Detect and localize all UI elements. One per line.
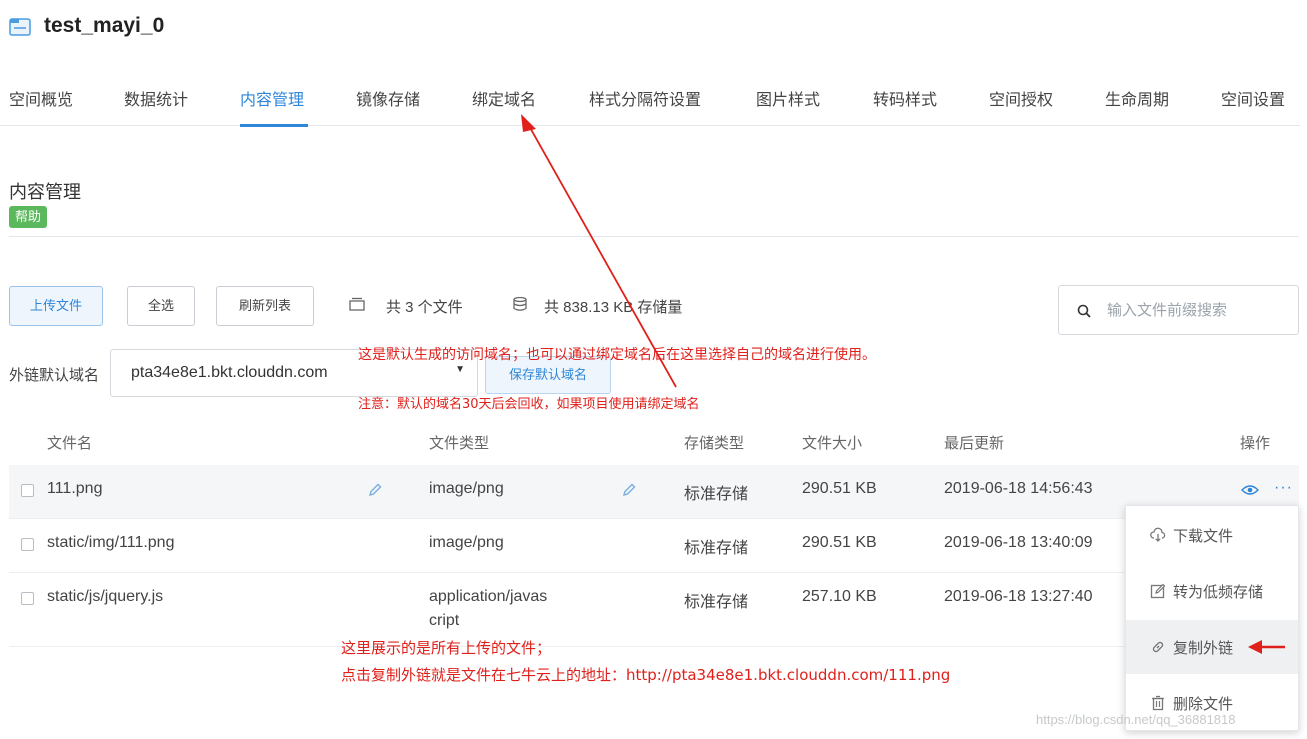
help-badge[interactable]: 帮助 bbox=[9, 206, 48, 228]
refresh-list-button[interactable]: 刷新列表 bbox=[216, 286, 314, 326]
tab-statistics[interactable]: 数据统计 bbox=[124, 86, 188, 126]
edit-type-icon[interactable] bbox=[621, 482, 637, 498]
header-storage-class: 存储类型 bbox=[684, 435, 745, 452]
section-divider bbox=[9, 236, 1299, 237]
cloud-download-icon bbox=[1150, 527, 1166, 542]
header-file-name: 文件名 bbox=[47, 435, 93, 452]
storage-class: 标准存储 bbox=[684, 594, 749, 611]
menu-item-label: 删除文件 bbox=[1173, 696, 1234, 713]
caret-down-icon: ▼ bbox=[455, 364, 465, 375]
storage-class: 标准存储 bbox=[684, 540, 749, 557]
menu-item-copy-link[interactable]: 复制外链 bbox=[1126, 620, 1298, 674]
upload-button[interactable]: 上传文件 bbox=[9, 286, 103, 326]
row-checkbox[interactable] bbox=[21, 484, 34, 497]
search-input[interactable] bbox=[1107, 299, 1287, 321]
row-checkbox[interactable] bbox=[21, 592, 34, 605]
eye-icon[interactable] bbox=[1241, 484, 1259, 496]
edit-icon bbox=[1150, 583, 1166, 599]
storage-icon bbox=[513, 297, 527, 311]
tab-overview[interactable]: 空间概览 bbox=[9, 86, 73, 126]
annotation-files-note: 这里展示的是所有上传的文件； bbox=[341, 639, 552, 657]
annotation-link-note: 点击复制外链就是文件在七牛云上的地址：http://pta34e8e1.bkt.… bbox=[341, 666, 951, 684]
annotation-domain-warning: 注意：默认的域名30天后会回收，如果项目使用请绑定域名 bbox=[358, 397, 700, 412]
file-count: 共 3 个文件 bbox=[386, 299, 463, 316]
last-updated: 2019-06-18 14:56:43 bbox=[944, 480, 1093, 497]
edit-name-icon[interactable] bbox=[367, 482, 383, 498]
tab-image-style[interactable]: 图片样式 bbox=[756, 86, 820, 126]
last-updated: 2019-06-18 13:27:40 bbox=[944, 588, 1093, 605]
more-options-icon[interactable]: ··· bbox=[1274, 479, 1293, 497]
select-all-button[interactable]: 全选 bbox=[127, 286, 195, 326]
file-name: static/img/111.png bbox=[47, 534, 175, 551]
bucket-icon bbox=[9, 18, 31, 36]
menu-item-label: 转为低频存储 bbox=[1173, 584, 1264, 601]
file-type: image/png bbox=[429, 534, 504, 551]
last-updated: 2019-06-18 13:40:09 bbox=[944, 534, 1093, 551]
tab-lifecycle[interactable]: 生命周期 bbox=[1105, 86, 1169, 126]
menu-item-low-frequency[interactable]: 转为低频存储 bbox=[1126, 564, 1298, 618]
menu-item-label: 下载文件 bbox=[1173, 528, 1234, 545]
file-size: 290.51 KB bbox=[802, 480, 877, 497]
watermark: https://blog.csdn.net/qq_36881818 bbox=[1036, 712, 1236, 727]
trash-icon bbox=[1152, 695, 1164, 711]
link-icon bbox=[1152, 641, 1164, 653]
annotation-domain-note: 这是默认生成的访问域名；也可以通过绑定域名后在这里选择自己的域名进行使用。 bbox=[358, 347, 876, 363]
header-file-type: 文件类型 bbox=[429, 435, 490, 452]
file-count-icon bbox=[349, 297, 365, 311]
menu-item-label: 复制外链 bbox=[1173, 640, 1234, 657]
file-name: 111.png bbox=[47, 480, 103, 497]
row-checkbox[interactable] bbox=[21, 538, 34, 551]
file-type-line-2: cript bbox=[429, 612, 460, 629]
search-box bbox=[1058, 285, 1299, 335]
tab-mirror-storage[interactable]: 镜像存储 bbox=[356, 86, 420, 126]
header-file-size: 文件大小 bbox=[802, 435, 863, 452]
tab-style-separator[interactable]: 样式分隔符设置 bbox=[589, 86, 701, 126]
storage-class: 标准存储 bbox=[684, 486, 749, 503]
file-type-line-1: application/javas bbox=[429, 588, 548, 605]
header-last-updated: 最后更新 bbox=[944, 435, 1005, 452]
active-tab-indicator bbox=[240, 124, 308, 127]
table-row[interactable]: 111.png image/png 标准存储 290.51 KB 2019-06… bbox=[9, 465, 1299, 519]
table-row[interactable]: static/js/jquery.js application/javas cr… bbox=[9, 573, 1299, 647]
file-name: static/js/jquery.js bbox=[47, 588, 164, 605]
bucket-title: test_mayi_0 bbox=[44, 14, 165, 37]
file-size: 257.10 KB bbox=[802, 588, 877, 605]
file-actions-menu: 下载文件 转为低频存储 复制外链 删除文件 bbox=[1125, 505, 1299, 731]
file-size: 290.51 KB bbox=[802, 534, 877, 551]
tab-space-auth[interactable]: 空间授权 bbox=[989, 86, 1053, 126]
tab-content-management[interactable]: 内容管理 bbox=[240, 86, 304, 126]
tab-transcode-style[interactable]: 转码样式 bbox=[873, 86, 937, 126]
storage-total: 共 838.13 KB 存储量 bbox=[544, 299, 683, 316]
domain-label: 外链默认域名 bbox=[9, 367, 100, 384]
tab-bind-domain[interactable]: 绑定域名 bbox=[472, 86, 536, 126]
file-type: image/png bbox=[429, 480, 504, 497]
tab-bar: 空间概览 数据统计 内容管理 镜像存储 绑定域名 样式分隔符设置 图片样式 转码… bbox=[0, 86, 1300, 127]
section-title: 内容管理 bbox=[9, 182, 81, 202]
menu-item-download[interactable]: 下载文件 bbox=[1126, 508, 1298, 562]
search-icon bbox=[1077, 304, 1091, 318]
header-operations: 操作 bbox=[1240, 435, 1271, 452]
tab-space-settings[interactable]: 空间设置 bbox=[1221, 86, 1285, 126]
domain-select-value: pta34e8e1.bkt.clouddn.com bbox=[131, 364, 328, 381]
table-row[interactable]: static/img/111.png image/png 标准存储 290.51… bbox=[9, 519, 1299, 573]
